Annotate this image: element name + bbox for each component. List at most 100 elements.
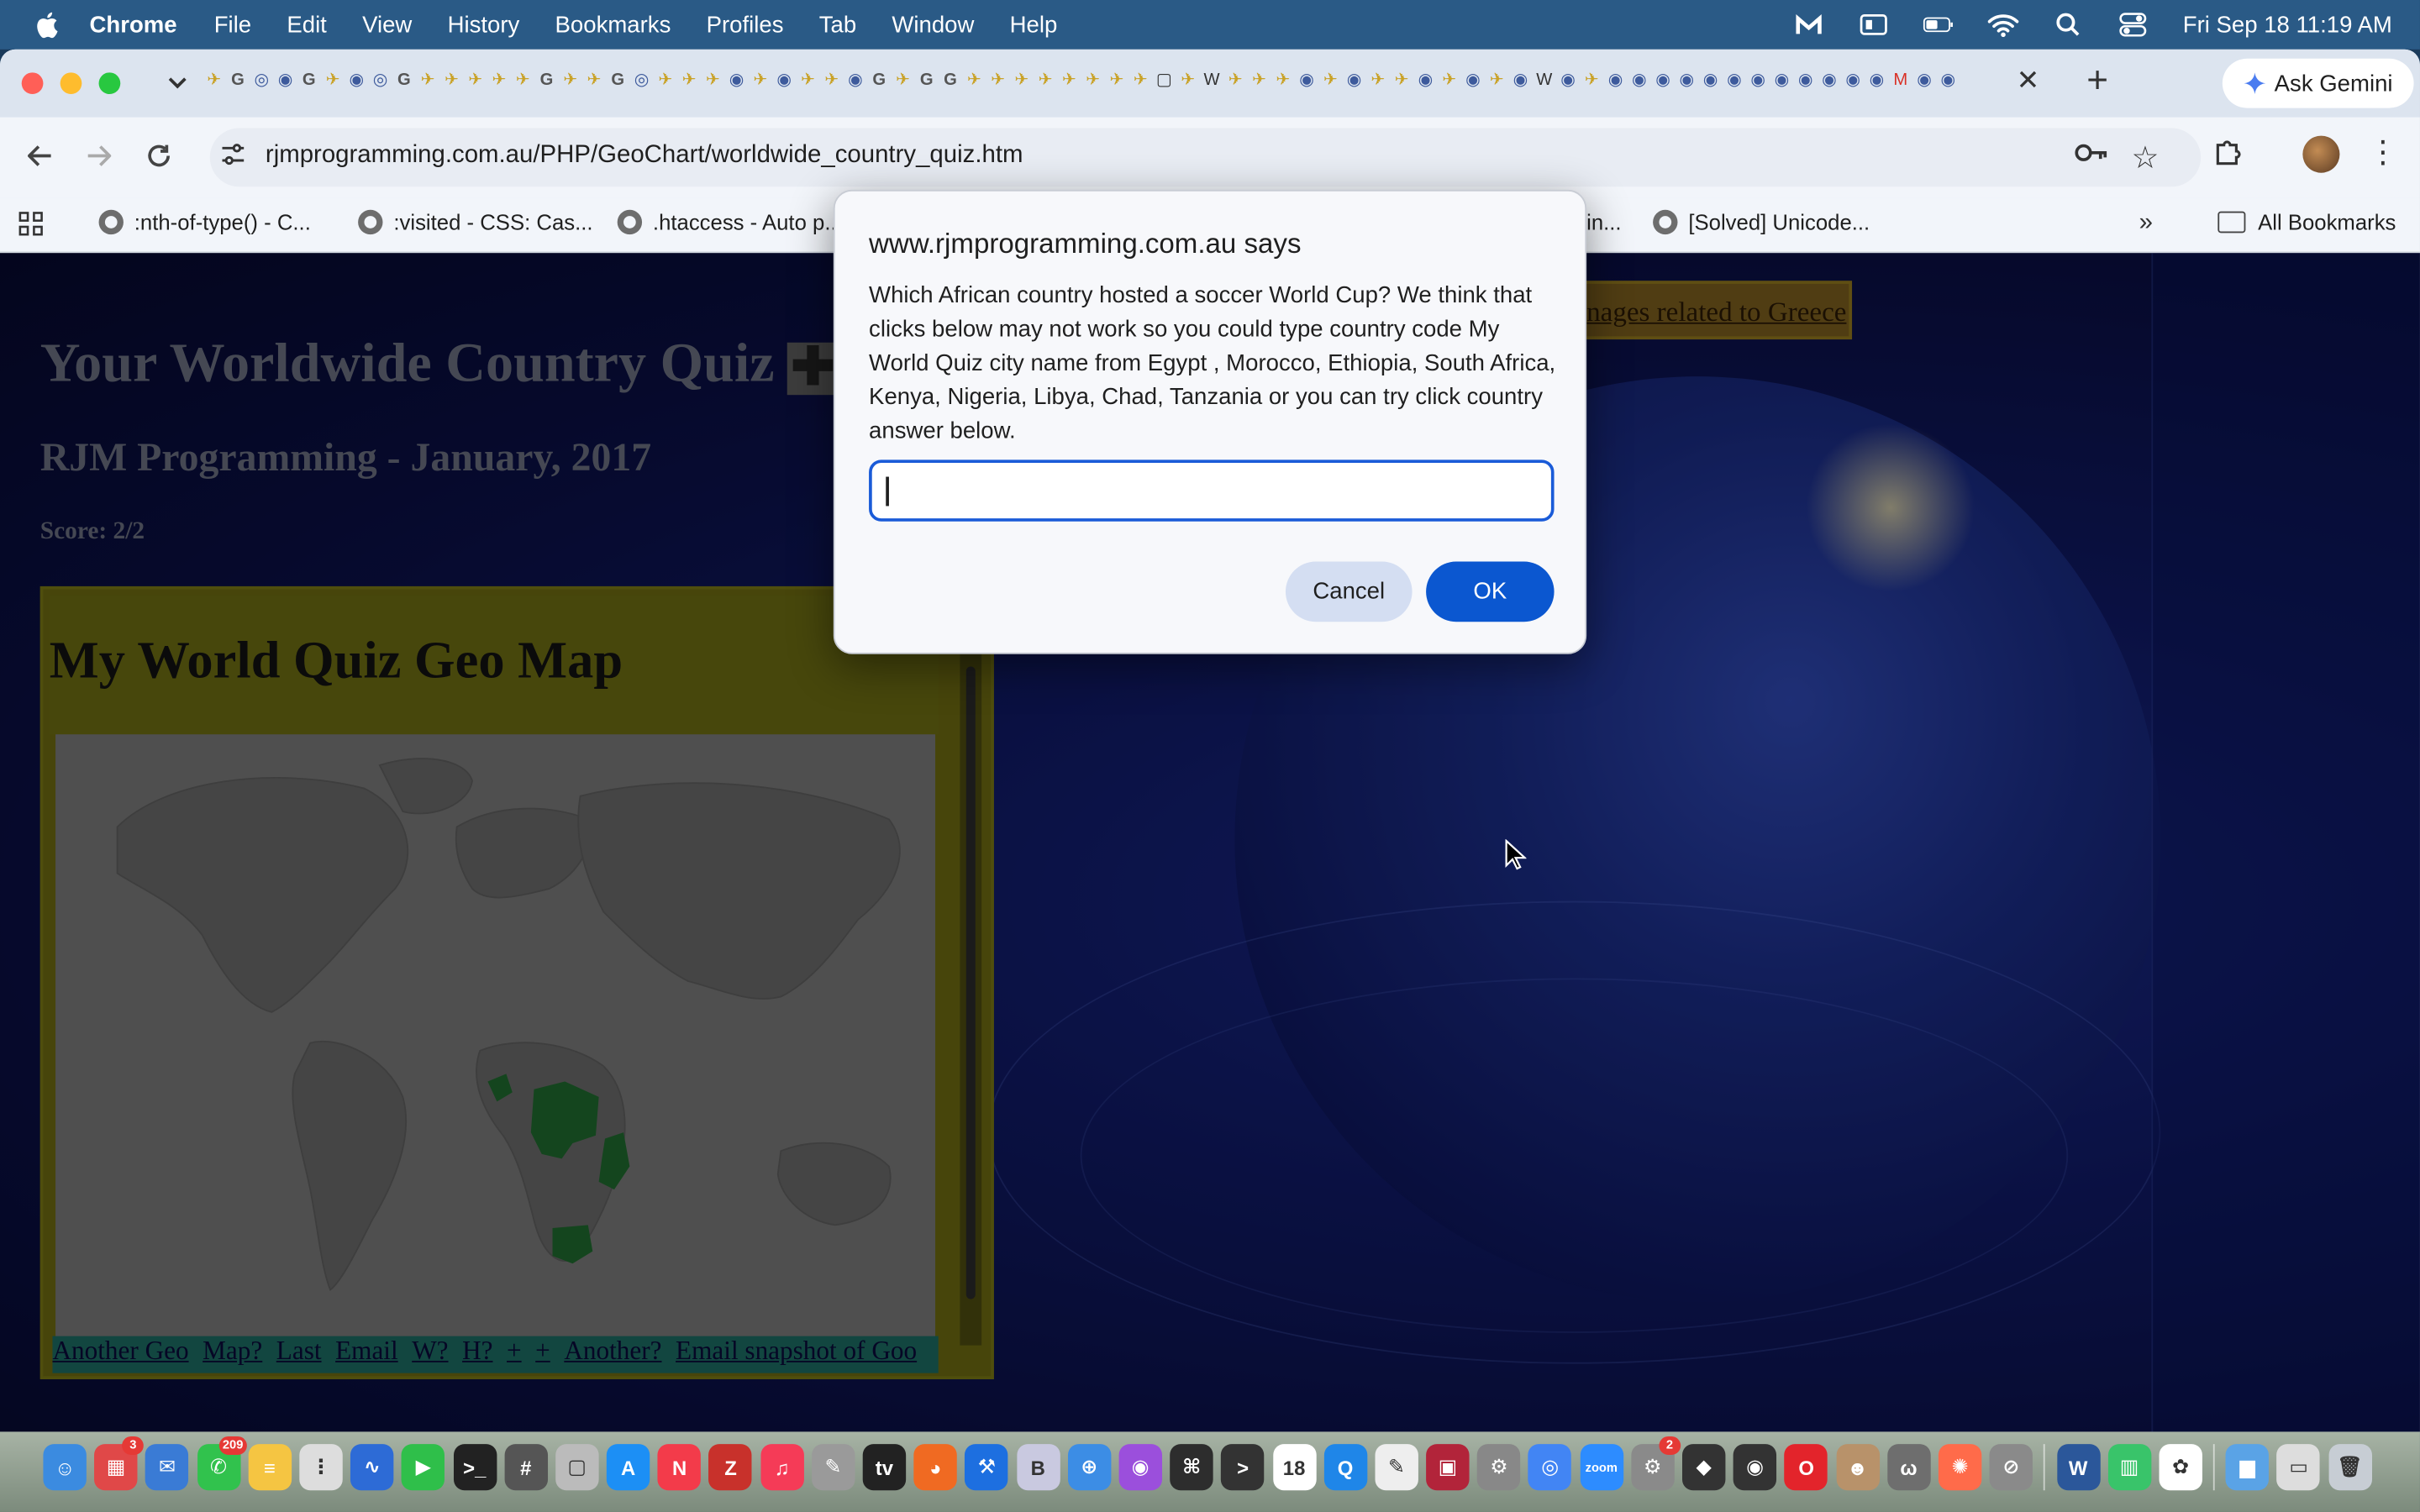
menu-app-name[interactable]: Chrome [90, 12, 177, 38]
tab-favicon-icon[interactable]: ◉ [1510, 68, 1531, 92]
photobooth-icon[interactable]: ▣ [1426, 1444, 1470, 1491]
malwarebytes-icon[interactable] [1794, 13, 1825, 37]
extensions-puzzle-icon[interactable] [2213, 136, 2250, 173]
spotlight-search-icon[interactable] [2053, 13, 2084, 37]
tab-favicon-icon[interactable]: ✈ [584, 68, 605, 92]
profile-avatar[interactable] [2302, 135, 2340, 173]
tab-favicon-icon[interactable]: ◉ [1748, 68, 1769, 92]
tab-favicon-icon[interactable]: ◉ [845, 68, 866, 92]
tab-favicon-icon[interactable]: ✈ [1486, 68, 1507, 92]
tab-favicon-icon[interactable]: ✈ [323, 68, 344, 92]
menu-view[interactable]: View [362, 12, 412, 38]
display-icon[interactable] [1859, 13, 1890, 37]
tab-favicon-icon[interactable]: ◎ [370, 68, 391, 92]
tab-favicon-icon[interactable]: ✈ [203, 68, 224, 92]
tab-favicon-icon[interactable]: ◉ [1653, 68, 1674, 92]
zoom-icon[interactable]: zoom [1580, 1444, 1623, 1491]
tab-favicon-icon[interactable]: ✈ [1107, 68, 1128, 92]
tab-favicon-icon[interactable]: G [299, 68, 320, 92]
tab-favicon-icon[interactable]: G [394, 68, 415, 92]
bookmark-item[interactable]: [Solved] Unicode... [1653, 209, 1870, 235]
bookmark-item[interactable]: :nth-of-type() - C... [98, 209, 311, 235]
contacts-icon[interactable]: ☻ [1835, 1444, 1880, 1491]
tab-favicon-icon[interactable]: ◉ [1629, 68, 1650, 92]
tab-favicon-icon[interactable]: ◎ [251, 68, 272, 92]
tab-favicon-icon[interactable]: ✈ [1439, 68, 1460, 92]
menu-edit[interactable]: Edit [287, 12, 326, 38]
opera-icon[interactable]: O [1784, 1444, 1828, 1491]
close-tab-icon[interactable]: ✕ [2014, 65, 2042, 98]
filezilla-icon[interactable]: Z [708, 1444, 753, 1491]
trash-icon[interactable]: 🗑 [2328, 1444, 2372, 1491]
reload-icon[interactable] [140, 137, 177, 174]
ask-gemini-button[interactable]: Ask Gemini [2222, 58, 2414, 108]
tab-favicon-icon[interactable]: ◉ [1938, 68, 1959, 92]
tab-favicon-icon[interactable]: G [940, 68, 961, 92]
calendar-icon[interactable]: 18 [1272, 1444, 1316, 1491]
tab-favicon-icon[interactable]: G [228, 68, 249, 92]
tab-favicon-icon[interactable]: G [916, 68, 937, 92]
menu-history[interactable]: History [448, 12, 520, 38]
tab-favicon-icon[interactable]: W [1534, 68, 1555, 92]
facetime-icon[interactable]: ▶ [402, 1444, 445, 1491]
tab-favicon-icon[interactable]: W [1202, 68, 1223, 92]
freeform-icon[interactable]: ∿ [350, 1444, 394, 1491]
tab-favicon-icon[interactable]: G [869, 68, 890, 92]
tab-favicon-icon[interactable]: M [1890, 68, 1911, 92]
tab-favicon-icon[interactable]: ◉ [726, 68, 747, 92]
control-center-icon[interactable] [2118, 13, 2149, 37]
downloads-folder-icon[interactable]: ▆ [2225, 1444, 2270, 1491]
xcode-icon[interactable]: ⚒ [965, 1444, 1009, 1491]
notes-icon[interactable]: ≡ [248, 1444, 292, 1491]
tab-favicon-icon[interactable]: ✈ [1225, 68, 1246, 92]
tab-favicon-icon[interactable]: ✈ [892, 68, 913, 92]
tab-favicon-icon[interactable]: ◎ [631, 68, 652, 92]
gimp-icon[interactable]: ω [1886, 1444, 1931, 1491]
reminders-icon[interactable]: ⋮ [299, 1444, 343, 1491]
apps-grid-icon[interactable] [18, 212, 46, 239]
menu-tab[interactable]: Tab [819, 12, 856, 38]
tab-favicon-icon[interactable]: G [536, 68, 557, 92]
battery-icon[interactable] [1923, 13, 1954, 37]
minimize-window-button[interactable] [60, 72, 82, 95]
tab-favicon-icon[interactable]: ✈ [821, 68, 842, 92]
tab-favicon-icon[interactable]: ✈ [441, 68, 462, 92]
tab-favicon-icon[interactable]: ✈ [1249, 68, 1270, 92]
cancel-button[interactable]: Cancel [1285, 561, 1413, 622]
system-settings-icon[interactable]: ⚙ 2 [1631, 1436, 1681, 1491]
photos-icon[interactable]: ✿ [2159, 1444, 2202, 1491]
automator-icon[interactable]: ⚙ [1477, 1444, 1521, 1491]
tab-favicon-icon[interactable]: ✈ [1059, 68, 1080, 92]
safari-icon[interactable]: ⊕ [1067, 1444, 1111, 1491]
cashapp-icon[interactable]: ▥ [2107, 1444, 2151, 1491]
tab-favicon-icon[interactable]: ✈ [797, 68, 818, 92]
news-icon[interactable]: N [657, 1444, 702, 1491]
xcode-instruments-icon[interactable]: ⊘ [1989, 1444, 2033, 1491]
tab-favicon-icon[interactable]: ◉ [1558, 68, 1579, 92]
script-editor-icon[interactable]: ✎ [811, 1444, 855, 1491]
tab-favicon-icon[interactable]: ◉ [774, 68, 795, 92]
tab-favicon-icon[interactable]: ✈ [1320, 68, 1341, 92]
firefox-icon[interactable]: ◕ [913, 1444, 958, 1491]
tab-favicon-icon[interactable]: ✈ [513, 68, 534, 92]
tab-favicon-icon[interactable]: ✈ [1581, 68, 1602, 92]
quicktime-icon[interactable]: Q [1323, 1444, 1367, 1491]
tab-favicon-icon[interactable]: ◉ [346, 68, 367, 92]
tab-favicon-icon[interactable]: ✈ [679, 68, 700, 92]
preview-icon[interactable]: ▢ [555, 1444, 599, 1491]
word-icon[interactable]: W [2056, 1444, 2100, 1491]
tab-favicon-icon[interactable]: ◉ [1843, 68, 1864, 92]
tab-favicon-icon[interactable]: ✈ [1130, 68, 1151, 92]
menu-window[interactable]: Window [892, 12, 974, 38]
tab-favicon-icon[interactable]: ◉ [1605, 68, 1626, 92]
tab-favicon-icon[interactable]: ▢ [1154, 68, 1175, 92]
tab-favicon-icon[interactable]: ✈ [489, 68, 510, 92]
obs-icon[interactable]: ◉ [1733, 1444, 1777, 1491]
tab-favicon-icon[interactable]: ✈ [1082, 68, 1103, 92]
tab-favicon-icon[interactable]: ✈ [964, 68, 985, 92]
bookmark-item[interactable]: in... [1586, 210, 1621, 234]
dialog-answer-input[interactable] [869, 459, 1555, 522]
tab-favicon-icon[interactable]: ✈ [655, 68, 676, 92]
tab-favicon-icon[interactable]: ✈ [418, 68, 439, 92]
tab-favicon-icon[interactable]: ◉ [1795, 68, 1816, 92]
